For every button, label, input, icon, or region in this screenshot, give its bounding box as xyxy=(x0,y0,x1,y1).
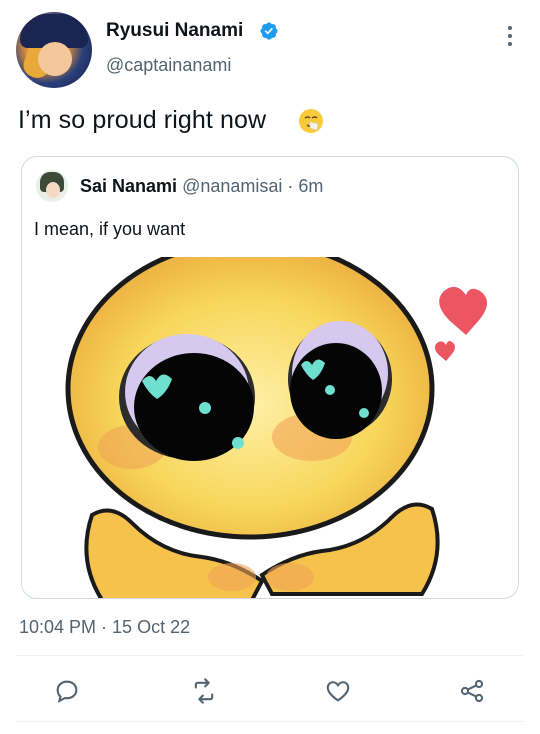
sneezing-face-emoji xyxy=(299,109,323,133)
quoted-tweet-time: 6m xyxy=(298,176,324,196)
share-button[interactable] xyxy=(458,677,486,705)
tweet-timestamp[interactable]: 10:04 PM · 15 Oct 22 xyxy=(19,617,190,638)
author-avatar[interactable] xyxy=(16,12,92,88)
verified-badge-icon xyxy=(260,22,278,40)
quoted-tweet-image[interactable] xyxy=(22,257,519,599)
avatar-face xyxy=(38,42,72,76)
retweet-button[interactable] xyxy=(190,677,218,705)
quoted-tweet-card[interactable]: Sai Nanami @nanamisai · 6m I mean, if yo… xyxy=(21,156,519,599)
retweet-icon xyxy=(194,678,214,704)
more-vertical-icon[interactable] xyxy=(500,24,520,48)
quoted-tweet-header: Sai Nanami @nanamisai · 6m xyxy=(80,176,323,197)
quoted-tweet-text: I mean, if you want xyxy=(34,219,186,239)
like-button[interactable] xyxy=(324,677,352,705)
quoted-author-avatar xyxy=(36,170,68,202)
divider-top xyxy=(16,655,524,656)
quoted-author-handle: @nanamisai xyxy=(182,176,283,196)
author-handle[interactable]: @captainanami xyxy=(106,55,231,76)
heart-icon xyxy=(326,681,350,702)
reply-button[interactable] xyxy=(53,677,81,705)
reply-icon xyxy=(56,680,78,703)
divider-bottom xyxy=(16,721,524,722)
action-bar xyxy=(0,671,540,711)
share-icon xyxy=(460,679,484,703)
quoted-author-name: Sai Nanami xyxy=(80,176,178,196)
tweet-text: I’m so proud right now xyxy=(18,106,267,134)
separator-dot: · xyxy=(287,176,294,196)
author-name[interactable]: Ryusui Nanami xyxy=(106,20,243,42)
